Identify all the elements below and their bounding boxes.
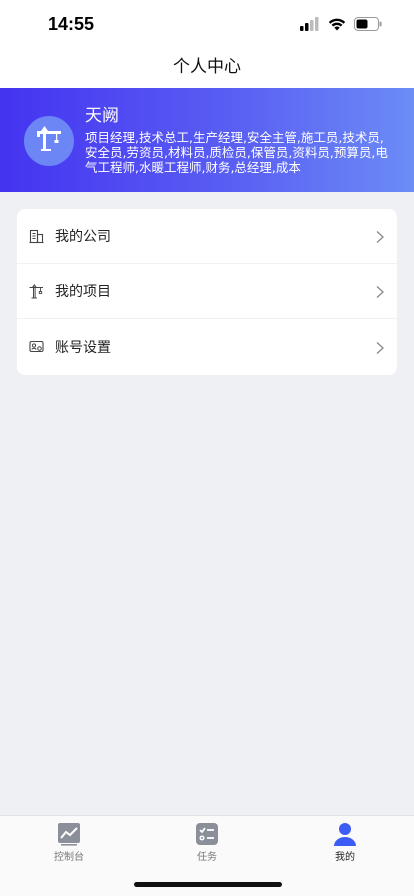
home-indicator [134, 882, 282, 887]
chart-icon [57, 822, 81, 846]
menu-item-label: 我的公司 [55, 229, 111, 245]
task-list-icon [195, 822, 219, 846]
status-icons [300, 16, 382, 35]
avatar [24, 116, 74, 166]
tab-tasks[interactable]: 任务 [167, 822, 247, 863]
user-name: 天阙 [85, 106, 119, 126]
chevron-right-icon [375, 284, 385, 298]
wifi-icon [328, 16, 346, 35]
crane-icon [28, 283, 44, 299]
tab-label: 控制台 [54, 852, 84, 863]
tab-dashboard[interactable]: 控制台 [29, 822, 109, 863]
menu-item-label: 账号设置 [55, 339, 111, 356]
id-card-icon [28, 339, 44, 355]
menu-item-my-company[interactable]: 我的公司 [17, 209, 397, 264]
building-icon [28, 228, 44, 244]
battery-icon [354, 16, 382, 35]
nav-bar: 个人中心 [0, 50, 414, 88]
menu-card: 我的公司 我的项目 账号设置 [17, 209, 397, 375]
user-roles: 项目经理,技术总工,生产经理,安全主管,施工员,技术员,安全员,劳资员,材料员,… [85, 130, 388, 175]
page-title: 个人中心 [173, 57, 241, 77]
chevron-right-icon [375, 340, 385, 354]
tab-label: 我的 [335, 852, 355, 863]
chevron-right-icon [375, 229, 385, 243]
status-time: 14:55 [48, 14, 95, 34]
status-bar: 14:55 [0, 0, 414, 50]
user-icon [333, 822, 357, 846]
menu-item-my-projects[interactable]: 我的项目 [17, 264, 397, 319]
tab-mine[interactable]: 我的 [305, 822, 385, 863]
profile-banner: 天阙 项目经理,技术总工,生产经理,安全主管,施工员,技术员,安全员,劳资员,材… [0, 88, 414, 192]
crane-icon [34, 124, 64, 158]
tab-label: 任务 [197, 852, 217, 863]
menu-item-label: 我的项目 [55, 284, 111, 300]
menu-item-account-settings[interactable]: 账号设置 [17, 319, 397, 374]
signal-icon [300, 16, 320, 35]
